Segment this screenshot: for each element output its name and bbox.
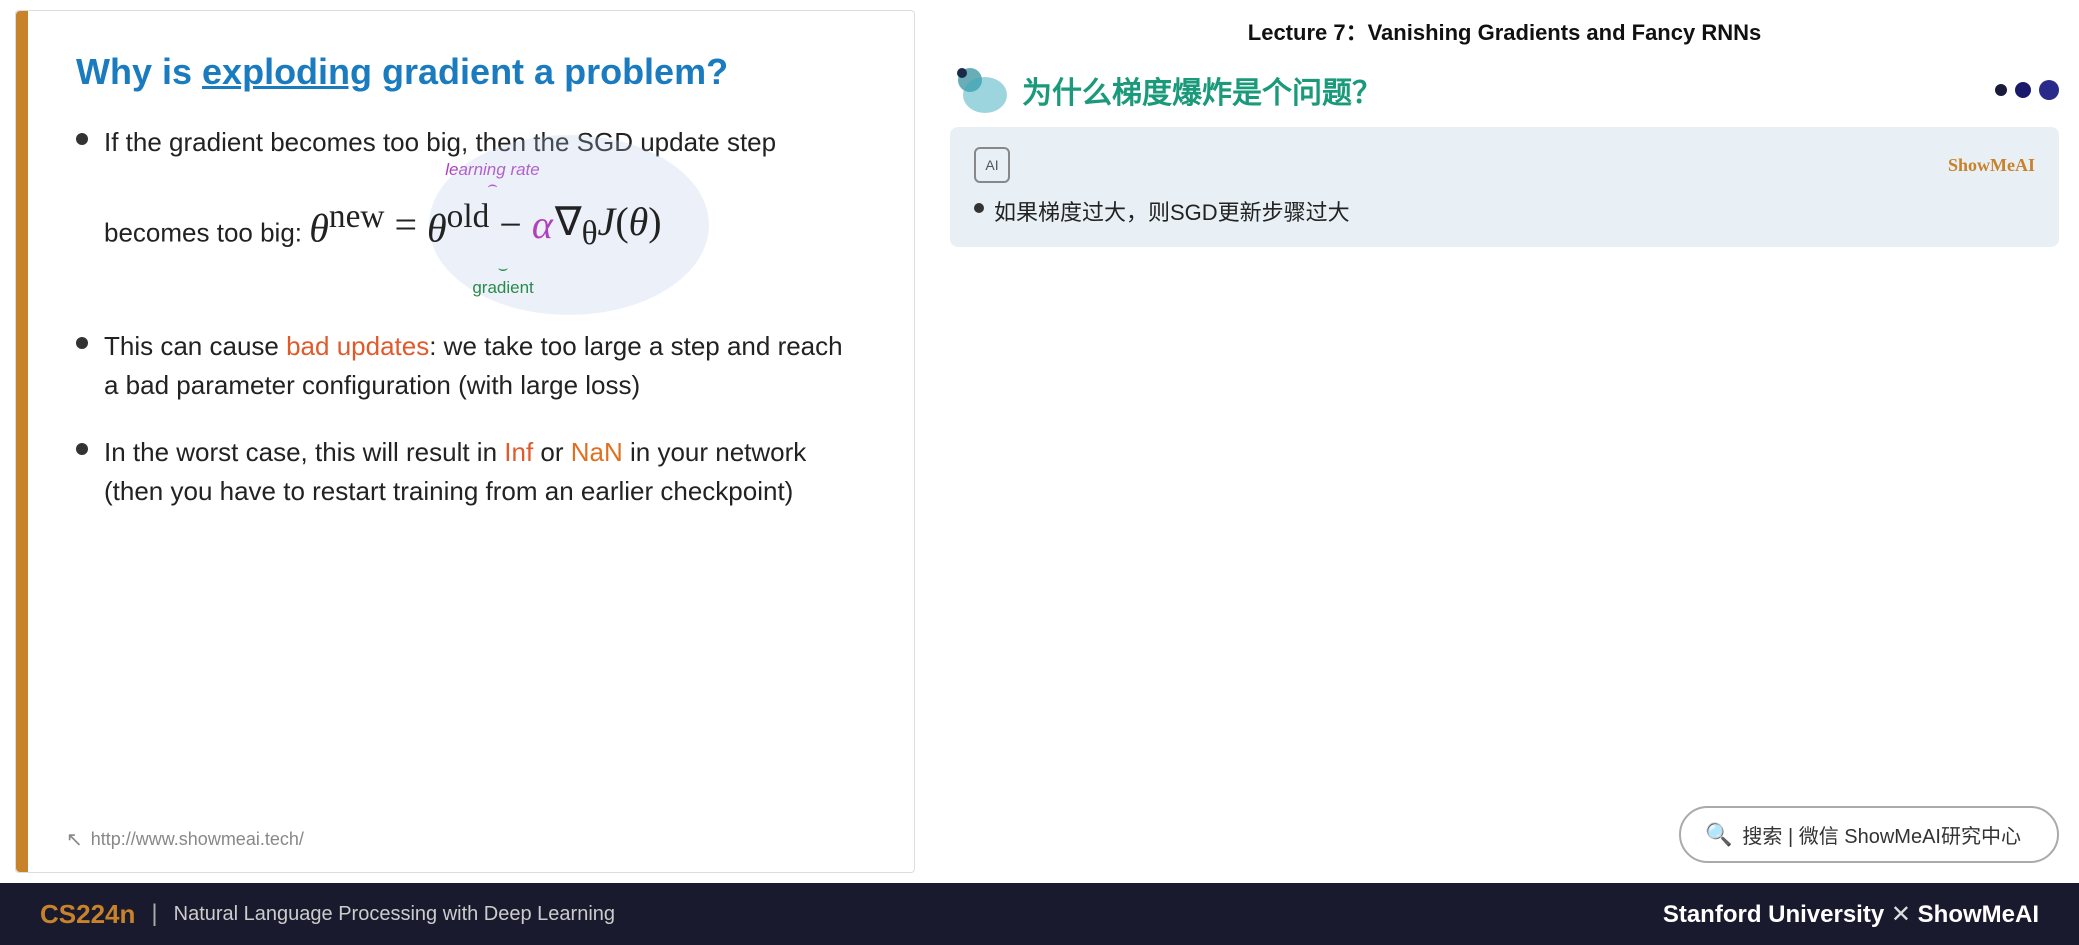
title-rest: gradient a problem? [372,51,728,92]
bullet-text-2: This can cause bad updates: we take too … [104,327,864,405]
search-placeholder: 搜索 | 微信 ShowMeAI研究中心 [1742,820,2021,849]
right-panel: Lecture 7：Vanishing Gradients and Fancy … [930,0,2079,883]
dots-cluster [1995,80,2059,100]
slide-bullets: If the gradient becomes too big, then th… [76,123,864,539]
card-content: 如果梯度过大，则SGD更新步骤过大 [974,195,2035,227]
search-bar[interactable]: 🔍 搜索 | 微信 ShowMeAI研究中心 [1679,806,2059,863]
footer: CS224n | Natural Language Processing wit… [0,883,2079,945]
search-icon: 🔍 [1705,822,1732,848]
footer-left: CS224n | Natural Language Processing wit… [40,899,615,930]
bullet-text-1: If the gradient becomes too big, then th… [104,123,864,299]
slide-url: ↖ http://www.showmeai.tech/ [66,827,304,852]
dot-small [1995,84,2007,96]
card-bullet [974,203,984,213]
slide-left-bar [16,11,28,872]
formula-wrapper: learning rate ⌢ θnew = θold − α ∇θJ(θ) ⌣ [309,192,661,259]
bullet-dot-3 [76,443,88,455]
bullet-1: If the gradient becomes too big, then th… [76,123,864,299]
title-plain: Why is [76,51,202,92]
footer-right: Stanford University ✕ ShowMeAI [1663,900,2039,929]
translation-card: AI ShowMeAI 如果梯度过大，则SGD更新步骤过大 [950,127,2059,247]
bullet-text-3: In the worst case, this will result in I… [104,433,864,511]
title-underline: exploding [202,51,372,92]
lecture-title: Lecture 7：Vanishing Gradients and Fancy … [950,0,2059,57]
bullet-2: This can cause bad updates: we take too … [76,327,864,405]
footer-brand: ShowMeAI [1918,901,2039,928]
footer-course: CS224n [40,899,135,930]
slide-title: Why is exploding gradient a problem? [76,51,864,93]
wave-icon [950,65,1010,115]
footer-separator: | [151,900,157,928]
ai-icon: AI [974,147,1010,183]
cursor-icon: ↖ [66,827,83,852]
dot-large [2039,80,2059,100]
chinese-panel-title: 为什么梯度爆炸是个问题？ [1022,68,1983,112]
showmeai-badge: ShowMeAI [1948,155,2035,176]
chinese-header: 为什么梯度爆炸是个问题？ [950,57,2059,127]
card-header: AI ShowMeAI [974,147,2035,183]
dot-medium [2015,82,2031,98]
slide-panel: Why is exploding gradient a problem? If … [15,10,915,873]
formula-math: θnew = θold − α ∇θJ(θ) [309,192,661,259]
bullet-3: In the worst case, this will result in I… [76,433,864,511]
footer-description: Natural Language Processing with Deep Le… [174,903,615,926]
footer-university: Stanford University [1663,901,1884,928]
bullet-dot-2 [76,337,88,349]
bullet-dot-1 [76,133,88,145]
gradient-label: gradient [472,275,533,301]
footer-x: ✕ [1891,901,1918,928]
search-bar-container: 🔍 搜索 | 微信 ShowMeAI研究中心 [950,806,2059,863]
